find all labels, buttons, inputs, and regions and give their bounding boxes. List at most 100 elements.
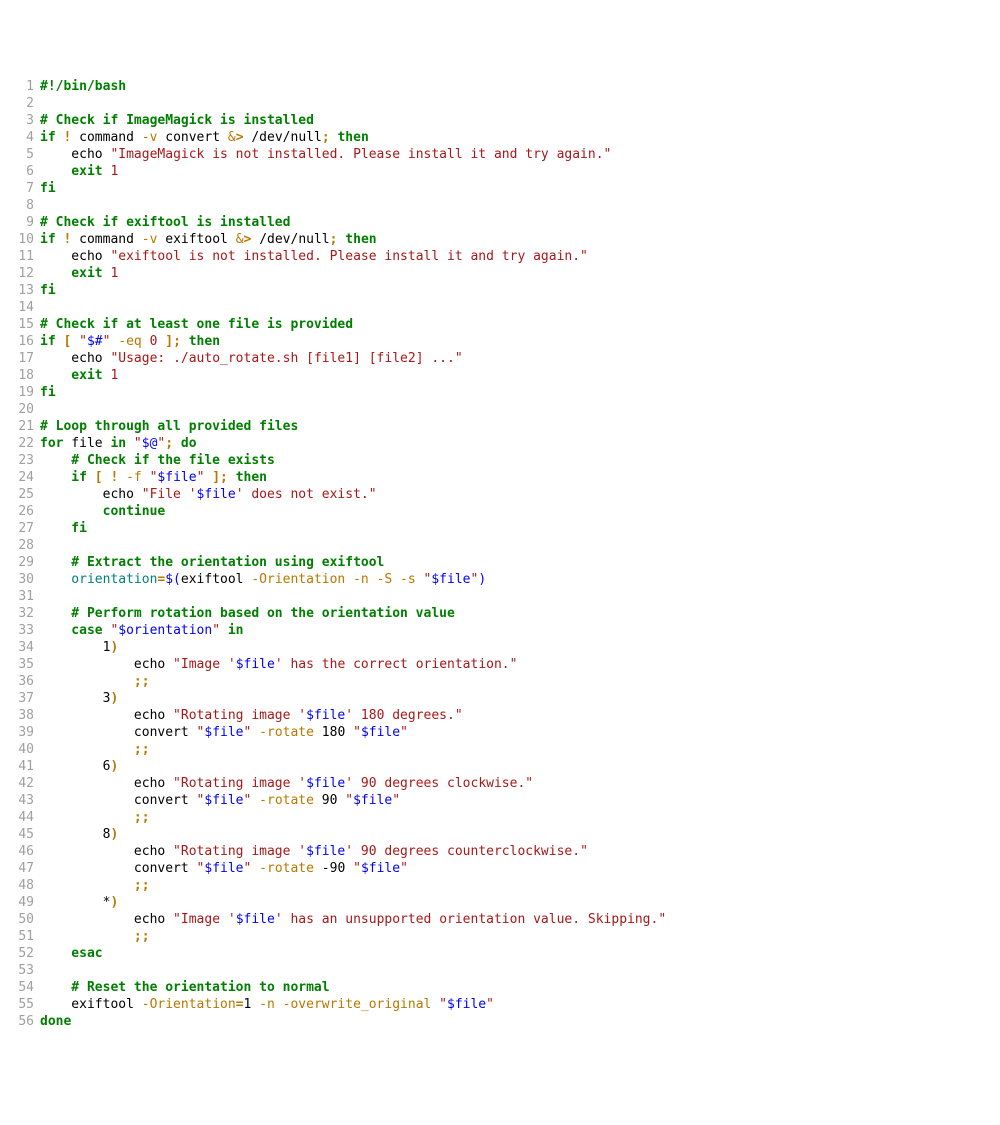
- line-number: 8: [12, 197, 34, 214]
- line-number: 50: [12, 911, 34, 928]
- line-number: 37: [12, 690, 34, 707]
- line-number: 46: [12, 843, 34, 860]
- code-line: 31: [12, 588, 988, 605]
- line-content: # Check if at least one file is provided: [40, 316, 353, 333]
- line-number: 42: [12, 775, 34, 792]
- line-number: 9: [12, 214, 34, 231]
- code-line: 41 6): [12, 758, 988, 775]
- code-line: 44 ;;: [12, 809, 988, 826]
- code-line: 34 1): [12, 639, 988, 656]
- line-number: 44: [12, 809, 34, 826]
- code-line: 39 convert "$file" -rotate 180 "$file": [12, 724, 988, 741]
- code-line: 17 echo "Usage: ./auto_rotate.sh [file1]…: [12, 350, 988, 367]
- code-line: 37 3): [12, 690, 988, 707]
- line-content: fi: [40, 180, 56, 197]
- line-content: 8): [40, 826, 118, 843]
- line-content: fi: [40, 384, 56, 401]
- line-content: echo "Rotating image '$file' 90 degrees …: [40, 843, 588, 860]
- line-content: # Check if exiftool is installed: [40, 214, 290, 231]
- line-number: 22: [12, 435, 34, 452]
- line-number: 39: [12, 724, 34, 741]
- line-number: 20: [12, 401, 34, 418]
- line-number: 54: [12, 979, 34, 996]
- line-number: 56: [12, 1013, 34, 1030]
- code-line: 25 echo "File '$file' does not exist.": [12, 486, 988, 503]
- line-number: 7: [12, 180, 34, 197]
- code-line: 54 # Reset the orientation to normal: [12, 979, 988, 996]
- line-number: 40: [12, 741, 34, 758]
- line-content: [40, 537, 48, 554]
- code-line: 45 8): [12, 826, 988, 843]
- line-content: 6): [40, 758, 118, 775]
- line-content: [40, 962, 48, 979]
- line-number: 26: [12, 503, 34, 520]
- code-line: 9 # Check if exiftool is installed: [12, 214, 988, 231]
- code-line: 5 echo "ImageMagick is not installed. Pl…: [12, 146, 988, 163]
- line-number: 48: [12, 877, 34, 894]
- line-content: ;;: [40, 673, 150, 690]
- line-number: 14: [12, 299, 34, 316]
- line-content: echo "ImageMagick is not installed. Plea…: [40, 146, 611, 163]
- line-content: exit 1: [40, 265, 118, 282]
- line-number: 15: [12, 316, 34, 333]
- line-content: # Extract the orientation using exiftool: [40, 554, 384, 571]
- line-content: continue: [40, 503, 165, 520]
- code-line: 13fi: [12, 282, 988, 299]
- line-number: 5: [12, 146, 34, 163]
- code-line: 7 fi: [12, 180, 988, 197]
- line-content: [40, 299, 48, 316]
- line-content: orientation=$(exiftool -Orientation -n -…: [40, 571, 486, 588]
- line-number: 35: [12, 656, 34, 673]
- code-line: 12 exit 1: [12, 265, 988, 282]
- line-number: 24: [12, 469, 34, 486]
- line-number: 36: [12, 673, 34, 690]
- line-number: 1: [12, 78, 34, 95]
- line-content: exiftool -Orientation=1 -n -overwrite_or…: [40, 996, 494, 1013]
- code-line: 51 ;;: [12, 928, 988, 945]
- code-line: 52 esac: [12, 945, 988, 962]
- code-line: 46 echo "Rotating image '$file' 90 degre…: [12, 843, 988, 860]
- line-number: 23: [12, 452, 34, 469]
- code-line: 33 case "$orientation" in: [12, 622, 988, 639]
- line-number: 19: [12, 384, 34, 401]
- line-number: 55: [12, 996, 34, 1013]
- line-content: ;;: [40, 928, 150, 945]
- line-number: 21: [12, 418, 34, 435]
- line-number: 32: [12, 605, 34, 622]
- code-line: 11 echo "exiftool is not installed. Plea…: [12, 248, 988, 265]
- line-content: # Perform rotation based on the orientat…: [40, 605, 455, 622]
- code-line: 30 orientation=$(exiftool -Orientation -…: [12, 571, 988, 588]
- line-content: esac: [40, 945, 103, 962]
- code-line: 26 continue: [12, 503, 988, 520]
- line-content: 1): [40, 639, 118, 656]
- line-number: 2: [12, 95, 34, 112]
- line-content: # Check if ImageMagick is installed: [40, 112, 314, 129]
- code-line: 24 if [ ! -f "$file" ]; then: [12, 469, 988, 486]
- line-content: echo "Rotating image '$file' 180 degrees…: [40, 707, 463, 724]
- line-number: 38: [12, 707, 34, 724]
- line-number: 52: [12, 945, 34, 962]
- code-line: 4if ! command -v convert &> /dev/null; t…: [12, 129, 988, 146]
- line-number: 18: [12, 367, 34, 384]
- line-content: [40, 588, 48, 605]
- code-line: 55 exiftool -Orientation=1 -n -overwrite…: [12, 996, 988, 1013]
- line-content: if [ "$#" -eq 0 ]; then: [40, 333, 220, 350]
- line-content: [40, 95, 48, 112]
- line-content: if ! command -v convert &> /dev/null; th…: [40, 129, 369, 146]
- line-number: 16: [12, 333, 34, 350]
- code-line: 36 ;;: [12, 673, 988, 690]
- code-line: 21# Loop through all provided files: [12, 418, 988, 435]
- line-number: 29: [12, 554, 34, 571]
- line-content: if [ ! -f "$file" ]; then: [40, 469, 267, 486]
- line-content: exit 1: [40, 367, 118, 384]
- code-line: 49 *): [12, 894, 988, 911]
- line-number: 11: [12, 248, 34, 265]
- line-number: 30: [12, 571, 34, 588]
- line-number: 10: [12, 231, 34, 248]
- line-number: 53: [12, 962, 34, 979]
- line-content: fi: [40, 520, 87, 537]
- code-line: 23 # Check if the file exists: [12, 452, 988, 469]
- line-content: ;;: [40, 741, 150, 758]
- code-line: 42 echo "Rotating image '$file' 90 degre…: [12, 775, 988, 792]
- line-number: 51: [12, 928, 34, 945]
